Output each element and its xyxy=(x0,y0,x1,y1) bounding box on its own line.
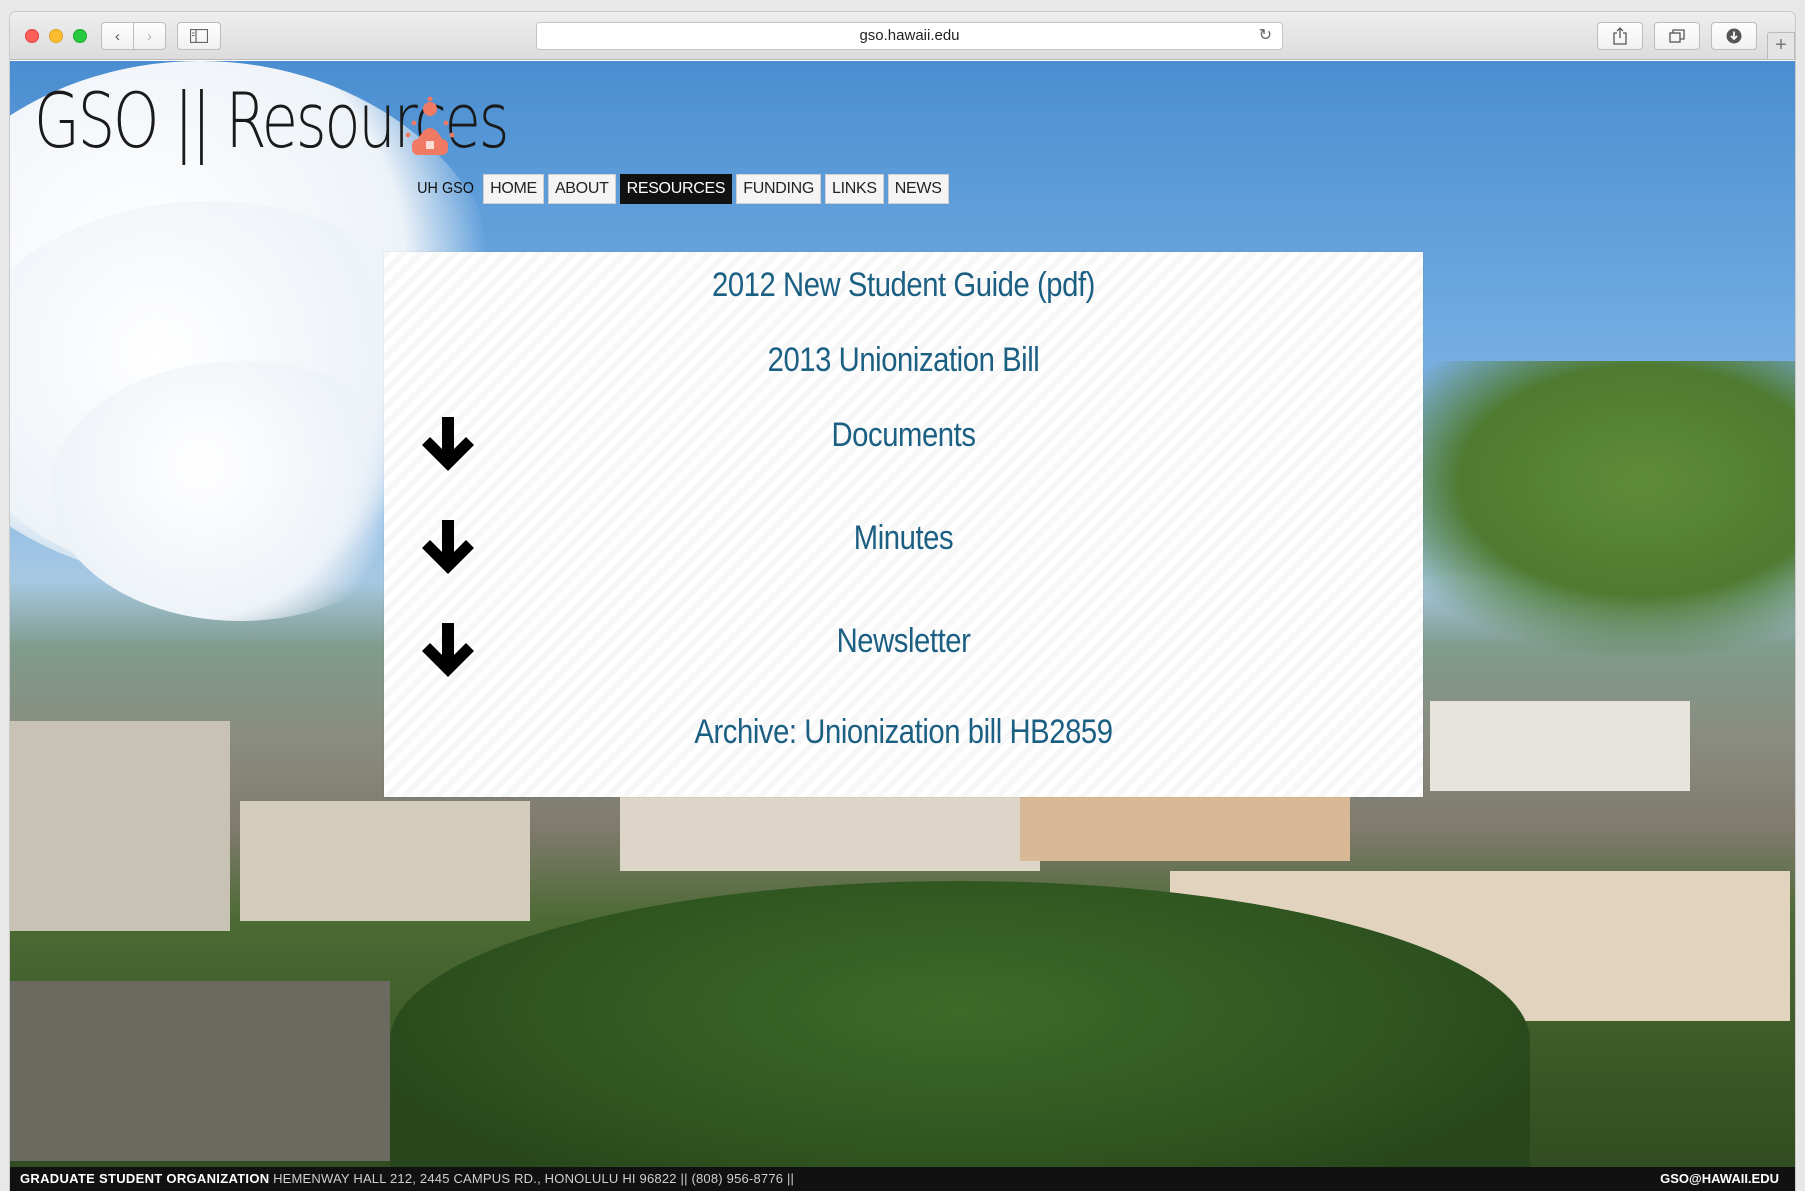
minimize-window-button[interactable] xyxy=(49,29,63,43)
footer-org-name: GRADUATE STUDENT ORGANIZATION xyxy=(20,1171,270,1186)
browser-toolbar: ‹ › gso.hawaii.edu ↻ + xyxy=(10,12,1795,60)
share-button[interactable] xyxy=(1597,22,1643,50)
nav-item-funding[interactable]: FUNDING xyxy=(736,174,822,204)
tabs-icon xyxy=(1669,29,1685,43)
site-footer: GRADUATE STUDENT ORGANIZATION HEMENWAY H… xyxy=(10,1167,1795,1191)
footer-email-link[interactable]: GSO@HAWAII.EDU xyxy=(1660,1167,1779,1191)
gso-mascot-icon xyxy=(405,96,455,155)
sidebar-toggle-button[interactable] xyxy=(177,22,221,50)
address-bar[interactable]: gso.hawaii.edu ↻ xyxy=(536,22,1283,50)
nav-item-home[interactable]: HOME xyxy=(483,174,544,204)
web-page: GSO || Resources UH GSO HOME ABOUT RESOU… xyxy=(10,61,1795,1191)
close-window-button[interactable] xyxy=(25,29,39,43)
nav-item-about[interactable]: ABOUT xyxy=(547,174,616,204)
browser-window: ‹ › gso.hawaii.edu ↻ + GSO || Resources … xyxy=(10,12,1795,1191)
site-logo[interactable]: GSO || Resources xyxy=(34,83,641,159)
documents-toggle[interactable]: Documents xyxy=(457,416,1351,455)
main-nav: UH GSO HOME ABOUT RESOURCES FUNDING LINK… xyxy=(414,174,949,204)
maximize-window-button[interactable] xyxy=(73,29,87,43)
nav-item-news[interactable]: NEWS xyxy=(887,174,949,204)
footer-address: HEMENWAY HALL 212, 2445 CAMPUS RD., HONO… xyxy=(273,1171,795,1186)
back-button[interactable]: ‹ xyxy=(101,22,134,50)
archive-unionization-bill-link[interactable]: Archive: Unionization bill HB2859 xyxy=(457,713,1351,752)
sidebar-icon xyxy=(190,29,208,43)
unionization-bill-link[interactable]: 2013 Unionization Bill xyxy=(457,341,1351,380)
url-text: gso.hawaii.edu xyxy=(859,27,960,44)
chevron-left-icon: ‹ xyxy=(115,27,120,45)
nav-item-links[interactable]: LINKS xyxy=(825,174,884,204)
nav-brand[interactable]: UH GSO xyxy=(417,180,474,198)
chevron-right-icon: › xyxy=(147,27,152,45)
resources-panel: 2012 New Student Guide (pdf) 2013 Unioni… xyxy=(384,252,1423,797)
downloads-button[interactable] xyxy=(1711,22,1757,50)
show-tabs-button[interactable] xyxy=(1654,22,1700,50)
download-icon xyxy=(1726,28,1742,44)
newsletter-toggle[interactable]: Newsletter xyxy=(457,622,1351,661)
nav-item-resources[interactable]: RESOURCES xyxy=(619,174,733,204)
new-student-guide-link[interactable]: 2012 New Student Guide (pdf) xyxy=(457,266,1351,305)
minutes-toggle[interactable]: Minutes xyxy=(457,519,1351,558)
forward-button[interactable]: › xyxy=(133,22,166,50)
reload-icon[interactable]: ↻ xyxy=(1259,23,1272,49)
share-icon xyxy=(1613,27,1627,45)
new-tab-button[interactable]: + xyxy=(1767,32,1795,60)
